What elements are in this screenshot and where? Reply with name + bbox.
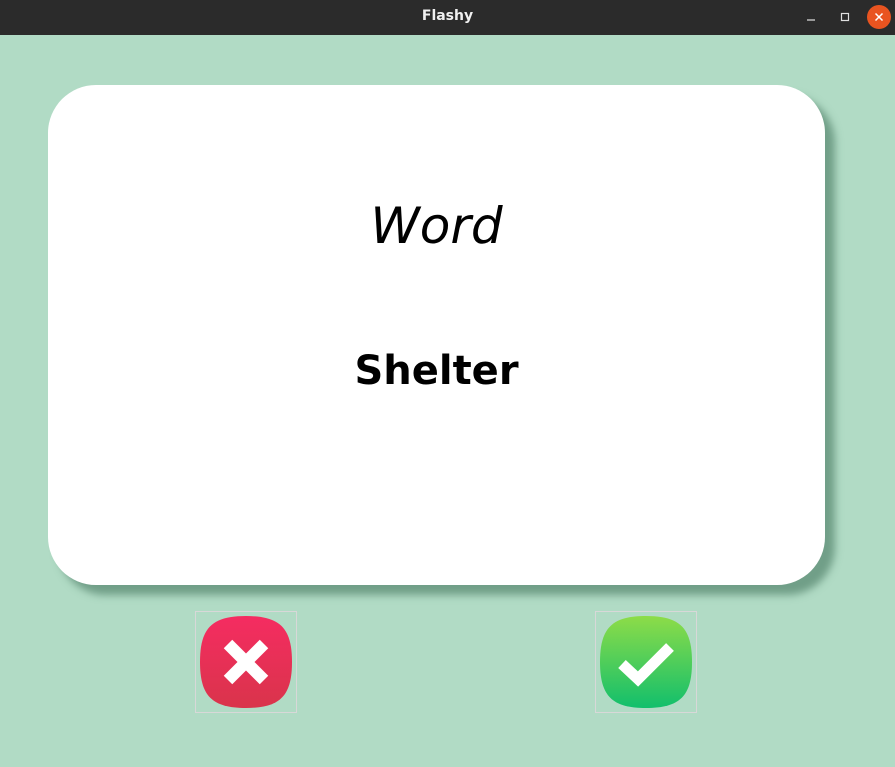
close-button[interactable] (867, 5, 891, 29)
maximize-icon (840, 12, 850, 22)
cross-icon (200, 616, 292, 708)
right-button[interactable] (595, 611, 697, 713)
checkmark-icon (600, 616, 692, 708)
flashcard: Word Shelter (48, 85, 825, 585)
minimize-icon (807, 19, 815, 21)
minimize-button[interactable] (800, 6, 822, 28)
window-title: Flashy (421, 8, 474, 24)
app-window: Flashy Word Shelter (0, 0, 895, 767)
maximize-button[interactable] (834, 6, 856, 28)
close-icon (874, 12, 884, 22)
card-title: Word (370, 197, 503, 255)
title-bar[interactable]: Flashy (0, 0, 895, 35)
wrong-button[interactable] (195, 611, 297, 713)
card-word: Shelter (354, 348, 519, 394)
